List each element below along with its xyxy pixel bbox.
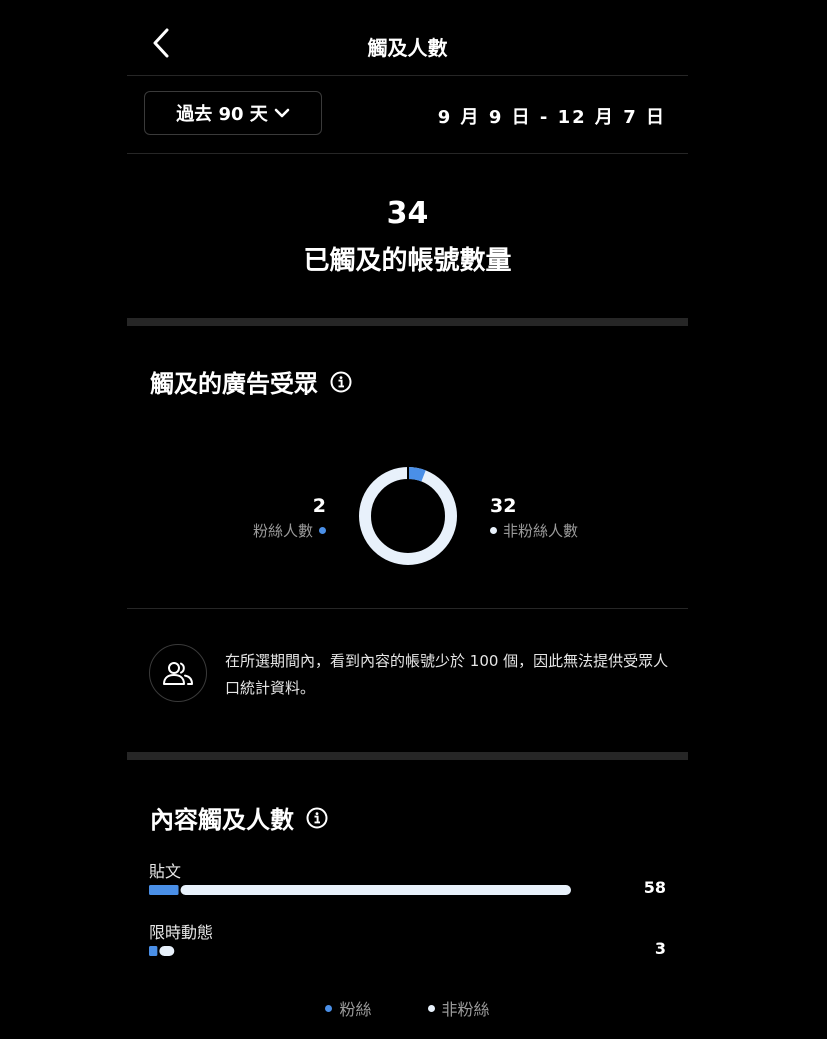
legend-non-followers-label: 非粉絲 [441, 1000, 490, 1019]
stories-bar-followers [149, 946, 158, 956]
date-range-text: 9 月 9 日 - 12 月 7 日 [437, 107, 666, 128]
date-range-dropdown[interactable]: 過去 90 天 [144, 91, 322, 135]
chevron-down-icon [274, 108, 290, 118]
followers-value: 2 [312, 495, 326, 517]
content-reach-title-text: 內容觸及人數 [150, 806, 294, 834]
bar-legend: 粉絲 非粉絲 [127, 996, 688, 1020]
followers-legend: 粉絲人數 [253, 520, 326, 541]
stories-label: 限時動態 [149, 923, 214, 942]
filter-divider [127, 153, 688, 154]
follower-dot-icon [325, 1004, 333, 1012]
stories-bar [149, 946, 175, 956]
posts-bar-non-followers [180, 885, 571, 895]
header-divider [127, 75, 688, 76]
followers-legend-label: 粉絲人數 [252, 522, 313, 540]
page-title: 觸及人數 [367, 36, 448, 60]
non-follower-dot-icon [490, 527, 497, 534]
section-divider [127, 318, 688, 326]
donut-non-followers-segment [359, 467, 457, 565]
non-followers-value: 32 [490, 495, 517, 517]
notice-icon-container [149, 644, 207, 702]
demographics-notice: 在所選期間內，看到內容的帳號少於 100 個，因此無法提供受眾人口統計資料。 [225, 652, 669, 697]
follower-dot-icon [319, 527, 326, 534]
legend-followers-label: 粉絲 [339, 1000, 372, 1019]
date-range-dropdown-label: 過去 90 天 [176, 104, 268, 125]
non-followers-legend-label: 非粉絲人數 [503, 522, 579, 540]
posts-bar-followers [149, 885, 179, 895]
legend-non-followers: 非粉絲 [427, 996, 490, 1020]
people-icon [163, 662, 193, 685]
stories-value: 3 [654, 939, 666, 958]
posts-value: 58 [643, 878, 666, 897]
non-followers-legend: 非粉絲人數 [490, 520, 578, 541]
audience-donut-chart [359, 466, 457, 565]
info-icon[interactable] [330, 371, 352, 393]
legend-followers: 粉絲 [325, 996, 372, 1020]
non-follower-dot-icon [427, 1004, 435, 1012]
audience-section-title: 觸及的廣告受眾 [150, 364, 352, 399]
audience-divider [127, 608, 688, 609]
total-reach-value: 34 [386, 196, 429, 231]
reach-screen: 觸及人數 過去 90 天 9 月 9 日 - 12 月 7 日 34 已觸及的帳… [127, 0, 688, 1039]
section-divider-2 [127, 752, 688, 760]
content-reach-section-title: 內容觸及人數 [150, 800, 328, 835]
total-reach-label: 已觸及的帳號數量 [303, 246, 512, 276]
posts-bar [149, 885, 571, 895]
stories-bar-non-followers [159, 946, 175, 956]
posts-label: 貼文 [149, 862, 182, 881]
audience-title-text: 觸及的廣告受眾 [150, 370, 318, 398]
info-icon[interactable] [306, 807, 328, 829]
